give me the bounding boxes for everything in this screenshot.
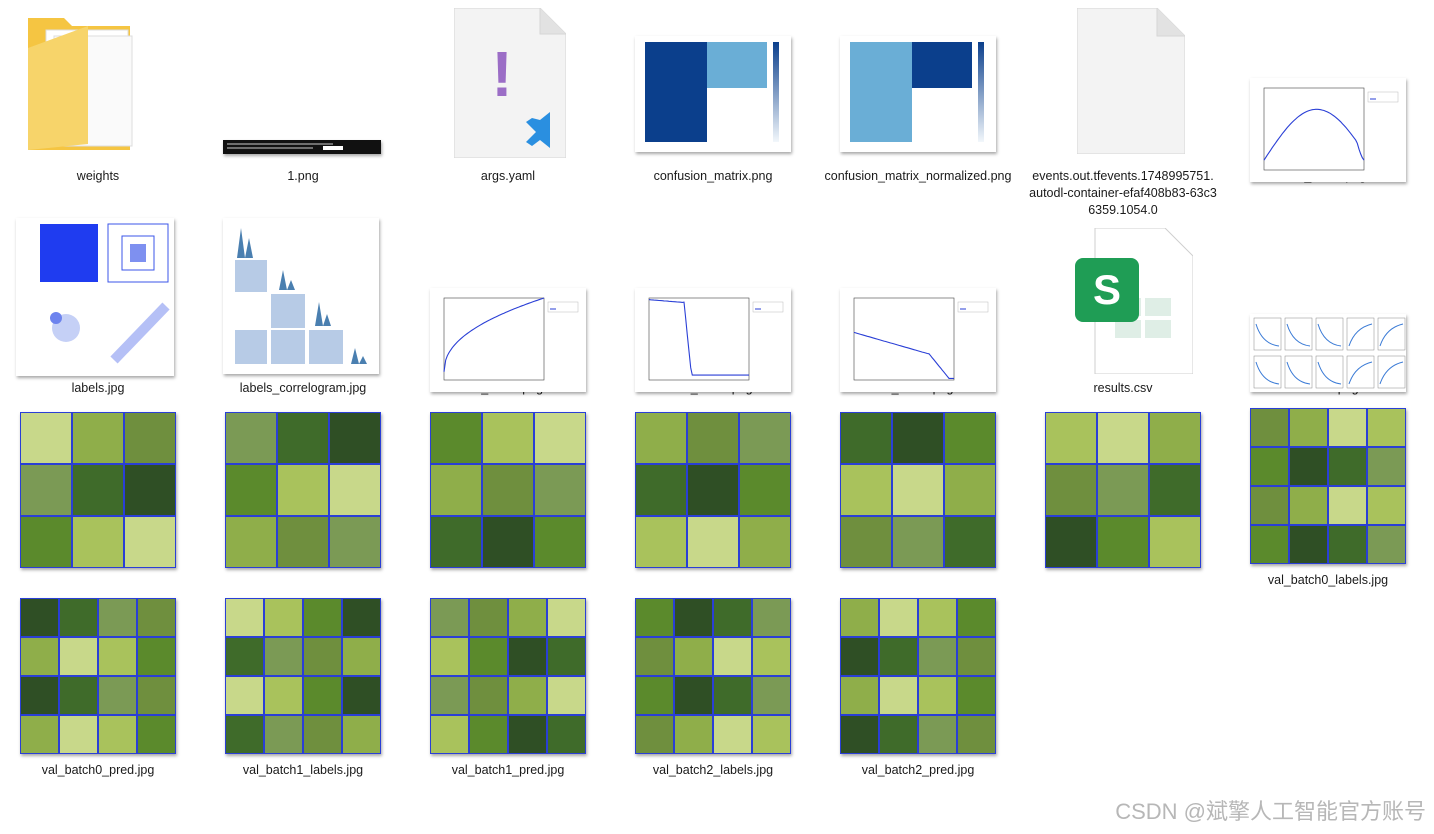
file-item[interactable]: S results.csv bbox=[1025, 218, 1221, 397]
file-thumbnail: train_batch0.jpg bbox=[0, 412, 196, 572]
curve-chart-icon bbox=[840, 288, 996, 392]
correlogram-chart-icon bbox=[223, 218, 379, 374]
image-grid bbox=[1250, 408, 1406, 564]
file-item[interactable]: val_batch1_pred.jpg bbox=[410, 598, 606, 779]
file-item[interactable]: confusion_matrix.png bbox=[615, 8, 811, 185]
confusion-matrix-icon bbox=[635, 36, 791, 152]
spreadsheet-file-icon: S bbox=[1075, 228, 1193, 374]
file-item[interactable]: results.png bbox=[1230, 218, 1426, 397]
image-mosaic bbox=[20, 412, 176, 568]
file-thumbnail bbox=[820, 598, 1016, 758]
file-name-label: confusion_matrix_normalized.png bbox=[824, 169, 1012, 183]
folder-icon bbox=[28, 18, 133, 150]
file-item[interactable]: events.out.tfevents.1748995751.autodl-co… bbox=[1025, 8, 1221, 219]
confusion-matrix-icon bbox=[840, 36, 996, 152]
file-thumbnail bbox=[615, 8, 811, 164]
curve-chart-icon bbox=[430, 288, 586, 392]
labels-chart-icon bbox=[16, 218, 174, 376]
file-name-label: val_batch2_labels.jpg bbox=[652, 763, 774, 777]
file-thumbnail bbox=[0, 218, 196, 376]
file-thumbnail bbox=[410, 598, 606, 758]
file-item[interactable]: train_batch9416.jpg bbox=[615, 408, 811, 572]
image-mosaic bbox=[1045, 412, 1201, 568]
file-item[interactable]: labels_correlogram.jpg bbox=[205, 218, 401, 397]
file-item[interactable]: confusion_matrix_normalized.png bbox=[820, 8, 1016, 185]
file-name-label: val_batch0_pred.jpg bbox=[41, 763, 155, 777]
file-thumbnail bbox=[820, 218, 1016, 392]
terminal-screenshot-icon bbox=[223, 140, 381, 154]
results-chart-icon bbox=[1250, 314, 1406, 392]
file-item[interactable]: train_batch9417.jpg bbox=[820, 408, 1016, 572]
file-name-label: 1.png bbox=[287, 169, 319, 183]
file-thumbnail bbox=[1230, 8, 1426, 182]
watermark: CSDN @斌擎人工智能官方账号 bbox=[1115, 799, 1426, 824]
file-thumbnail bbox=[1230, 218, 1426, 392]
image-grid bbox=[840, 598, 996, 754]
file-name-label: val_batch1_labels.jpg bbox=[242, 763, 364, 777]
file-item[interactable]: R_curve.png bbox=[820, 218, 1016, 397]
file-item[interactable]: ! args.yaml bbox=[410, 8, 606, 185]
file-thumbnail bbox=[1230, 408, 1426, 568]
file-name-label: val_batch0_labels.jpg bbox=[1267, 573, 1389, 587]
yaml-file-icon: ! bbox=[454, 8, 566, 158]
image-mosaic bbox=[635, 412, 791, 568]
file-item[interactable]: weights bbox=[0, 8, 196, 185]
file-thumbnail: S bbox=[1025, 218, 1221, 376]
file-thumbnail bbox=[615, 598, 811, 758]
file-name-label: val_batch2_pred.jpg bbox=[861, 763, 975, 777]
image-grid bbox=[20, 598, 176, 754]
file-item[interactable]: val_batch1_labels.jpg bbox=[205, 598, 401, 779]
file-item[interactable]: val_batch0_labels.jpg bbox=[1230, 408, 1426, 589]
file-item[interactable]: train_batch0.jpg bbox=[0, 408, 196, 572]
image-mosaic bbox=[225, 412, 381, 568]
file-name-label: events.out.tfevents.1748995751.autodl-co… bbox=[1029, 169, 1217, 217]
file-thumbnail bbox=[1025, 8, 1221, 164]
file-item[interactable]: PR_curve.png bbox=[615, 218, 811, 397]
file-item[interactable]: val_batch2_labels.jpg bbox=[615, 598, 811, 779]
file-thumbnail: ! bbox=[410, 8, 606, 164]
image-grid bbox=[635, 598, 791, 754]
file-thumbnail bbox=[0, 598, 196, 758]
curve-chart-icon bbox=[1250, 78, 1406, 182]
file-thumbnail bbox=[205, 598, 401, 758]
curve-chart-icon bbox=[635, 288, 791, 392]
file-thumbnail bbox=[0, 8, 196, 164]
file-item[interactable]: F1_curve.png bbox=[1230, 8, 1426, 185]
file-thumbnail bbox=[205, 218, 401, 376]
file-item[interactable]: train_batch2.jpg bbox=[410, 408, 606, 572]
file-name-label: labels_correlogram.jpg bbox=[239, 381, 367, 395]
file-item[interactable]: P_curve.png bbox=[410, 218, 606, 397]
file-item[interactable]: val_batch2_pred.jpg bbox=[820, 598, 1016, 779]
file-name-label: val_batch1_pred.jpg bbox=[451, 763, 565, 777]
file-thumbnail: train_batch9416.jpg bbox=[615, 412, 811, 572]
file-thumbnail bbox=[410, 218, 606, 392]
file-thumbnail: train_batch1.jpg bbox=[205, 412, 401, 572]
file-item[interactable]: 1.png bbox=[205, 8, 401, 185]
generic-file-icon bbox=[1077, 8, 1185, 154]
file-item[interactable]: val_batch0_pred.jpg bbox=[0, 598, 196, 779]
file-name-label: results.csv bbox=[1093, 381, 1153, 395]
image-grid bbox=[430, 598, 586, 754]
image-grid bbox=[225, 598, 381, 754]
file-thumbnail bbox=[615, 218, 811, 392]
file-thumbnail: train_batch9417.jpg bbox=[820, 412, 1016, 572]
svg-text:!: ! bbox=[491, 38, 512, 110]
image-mosaic bbox=[840, 412, 996, 568]
image-mosaic bbox=[430, 412, 586, 568]
file-name-label: args.yaml bbox=[480, 169, 536, 183]
file-name-label: confusion_matrix.png bbox=[653, 169, 773, 183]
file-item[interactable]: labels.jpg bbox=[0, 218, 196, 397]
svg-text:S: S bbox=[1093, 266, 1121, 313]
file-name-label: weights bbox=[76, 169, 120, 183]
file-item[interactable]: train_batch1.jpg bbox=[205, 408, 401, 572]
file-item[interactable]: train_batch9418.jpg bbox=[1025, 408, 1221, 572]
file-thumbnail: train_batch9418.jpg bbox=[1025, 412, 1221, 572]
file-name-label: labels.jpg bbox=[71, 381, 125, 395]
file-thumbnail bbox=[820, 8, 1016, 164]
file-thumbnail: train_batch2.jpg bbox=[410, 412, 606, 572]
file-thumbnail bbox=[205, 8, 401, 164]
